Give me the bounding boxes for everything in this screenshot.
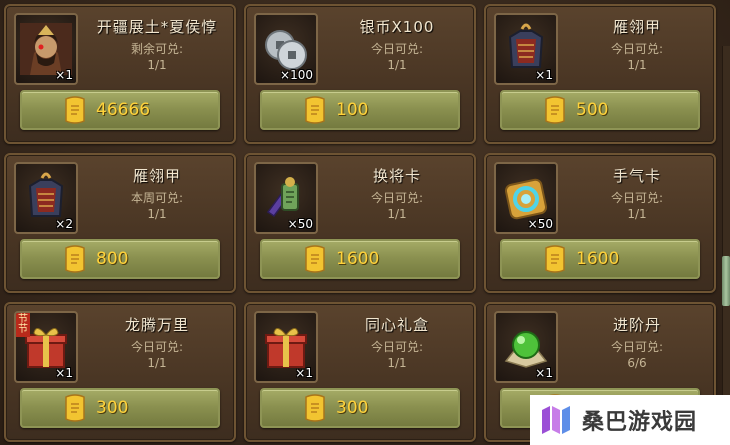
- limit-count: 1/1: [627, 207, 647, 221]
- price-value: 500: [576, 100, 609, 120]
- limit-label: 今日可兑:: [130, 340, 184, 354]
- item-thumbnail[interactable]: ×1: [14, 13, 78, 85]
- limit-count: 1/1: [387, 58, 407, 72]
- exchange-button[interactable]: 300: [20, 388, 220, 428]
- price-value: 1600: [576, 249, 620, 269]
- gold-scroll-icon: [305, 394, 325, 422]
- exchange-button[interactable]: 100: [260, 90, 460, 130]
- price-value: 46666: [96, 100, 151, 120]
- item-name: 银币X100: [359, 18, 435, 36]
- item-quantity: ×2: [55, 217, 73, 231]
- item-quantity: ×1: [535, 366, 553, 380]
- scroll-thumb[interactable]: [722, 256, 730, 306]
- price-value: 300: [96, 398, 129, 418]
- item-thumbnail[interactable]: ×50: [254, 162, 318, 234]
- price-value: 300: [336, 398, 369, 418]
- item-quantity: ×50: [287, 217, 313, 231]
- limit-count: 1/1: [147, 207, 167, 221]
- gold-scroll-icon: [305, 96, 325, 124]
- exchange-button[interactable]: 46666: [20, 90, 220, 130]
- item-thumbnail[interactable]: ×1: [494, 311, 558, 383]
- gold-scroll-icon: [545, 96, 565, 124]
- limit-label: 今日可兑:: [370, 191, 424, 205]
- item-thumbnail[interactable]: ×2: [14, 162, 78, 234]
- gold-scroll-icon: [305, 245, 325, 273]
- exchange-button[interactable]: 300: [260, 388, 460, 428]
- festival-tag: 节节: [16, 313, 30, 337]
- gold-scroll-icon: [65, 394, 85, 422]
- item-quantity: ×100: [280, 68, 313, 82]
- item-thumbnail[interactable]: ×50: [494, 162, 558, 234]
- limit-label: 今日可兑:: [370, 42, 424, 56]
- limit-label: 剩余可兑:: [130, 42, 184, 56]
- exchange-card: ×1 同心礼盒 今日可兑: 1/1 300: [244, 302, 476, 442]
- limit-count: 1/1: [387, 356, 407, 370]
- gold-scroll-icon: [545, 245, 565, 273]
- limit-count: 1/1: [627, 58, 647, 72]
- limit-label: 今日可兑:: [370, 340, 424, 354]
- exchange-card: ×1 开疆展土*夏侯惇 剩余可兑: 1/1 46666: [4, 4, 236, 144]
- limit-count: 1/1: [147, 356, 167, 370]
- exchange-button[interactable]: 1600: [260, 239, 460, 279]
- exchange-button[interactable]: 800: [20, 239, 220, 279]
- item-name: 手气卡: [612, 167, 661, 185]
- item-name: 雁翎甲: [612, 18, 661, 36]
- item-name: 雁翎甲: [132, 167, 181, 185]
- item-name: 同心礼盒: [364, 316, 429, 334]
- item-thumbnail[interactable]: 节节 ×1: [14, 311, 78, 383]
- limit-label: 今日可兑:: [610, 340, 664, 354]
- limit-label: 本周可兑:: [130, 191, 184, 205]
- sangba-logo-icon: [542, 406, 570, 434]
- item-name: 进阶丹: [612, 316, 661, 334]
- limit-count: 1/1: [387, 207, 407, 221]
- item-thumbnail[interactable]: ×1: [494, 13, 558, 85]
- price-value: 100: [336, 100, 369, 120]
- item-name: 开疆展土*夏侯惇: [96, 18, 218, 36]
- exchange-card: ×50 手气卡 今日可兑: 1/1 1600: [484, 153, 716, 293]
- exchange-button[interactable]: 500: [500, 90, 700, 130]
- scrollbar[interactable]: [722, 46, 730, 406]
- item-thumbnail[interactable]: ×100: [254, 13, 318, 85]
- item-name: 换将卡: [372, 167, 421, 185]
- item-quantity: ×1: [295, 366, 313, 380]
- exchange-grid: ×1 开疆展土*夏侯惇 剩余可兑: 1/1 46666 ×100 银币X100 …: [4, 4, 716, 442]
- item-quantity: ×1: [55, 366, 73, 380]
- watermark-text: 桑巴游戏园: [582, 410, 698, 435]
- gold-scroll-icon: [65, 96, 85, 124]
- exchange-card: ×50 换将卡 今日可兑: 1/1 1600: [244, 153, 476, 293]
- item-quantity: ×50: [527, 217, 553, 231]
- exchange-card: ×100 银币X100 今日可兑: 1/1 100: [244, 4, 476, 144]
- limit-label: 今日可兑:: [610, 191, 664, 205]
- exchange-card: ×1 雁翎甲 今日可兑: 1/1 500: [484, 4, 716, 144]
- item-name: 龙腾万里: [124, 316, 189, 334]
- exchange-card: ×2 雁翎甲 本周可兑: 1/1 800: [4, 153, 236, 293]
- limit-count: 1/1: [147, 58, 167, 72]
- item-quantity: ×1: [535, 68, 553, 82]
- exchange-card: 节节 ×1 龙腾万里 今日可兑: 1/1 300: [4, 302, 236, 442]
- exchange-button[interactable]: 1600: [500, 239, 700, 279]
- limit-label: 今日可兑:: [610, 42, 664, 56]
- price-value: 1600: [336, 249, 380, 269]
- gold-scroll-icon: [65, 245, 85, 273]
- price-value: 800: [96, 249, 129, 269]
- watermark: 桑巴游戏园: [530, 395, 730, 445]
- item-quantity: ×1: [55, 68, 73, 82]
- limit-count: 6/6: [627, 356, 647, 370]
- item-thumbnail[interactable]: ×1: [254, 311, 318, 383]
